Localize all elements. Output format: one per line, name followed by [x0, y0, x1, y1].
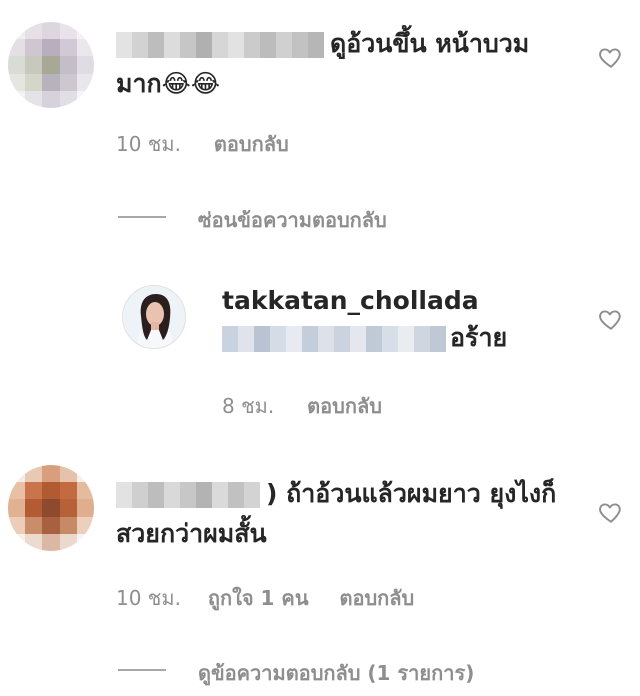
commenter-avatar[interactable]: [8, 22, 94, 108]
divider-line: [118, 216, 166, 218]
reply-text: อร้าย: [222, 318, 507, 358]
comment-time[interactable]: 10 ชม.: [116, 586, 181, 610]
comment-text-line1: ดูอ้วนขึ้น หน้าบวม: [330, 29, 530, 58]
comment-text: ) ถ้าอ้วนแล้วผมยาว ยุงไงก็ สวยกว่าผมสั้น: [116, 474, 586, 554]
reply-avatar[interactable]: [122, 285, 186, 349]
comment-time[interactable]: 10 ชม.: [116, 132, 181, 156]
likes-count[interactable]: ถูกใจ 1 คน: [208, 586, 309, 610]
reply-time[interactable]: 8 ชม.: [222, 394, 274, 418]
hide-replies-button[interactable]: ซ่อนข้อความตอบกลับ: [198, 204, 387, 236]
view-replies-button[interactable]: ดูข้อความตอบกลับ (1 รายการ): [198, 657, 474, 689]
commenter-avatar[interactable]: [8, 465, 94, 551]
reply-button[interactable]: ตอบกลับ: [339, 586, 414, 610]
comment-text: ดูอ้วนขึ้น หน้าบวม มาก😂😂: [116, 24, 586, 104]
blurred-username[interactable]: [116, 482, 266, 508]
reply-button[interactable]: ตอบกลับ: [214, 132, 289, 156]
divider-line: [118, 669, 166, 671]
heart-outline-icon[interactable]: [598, 306, 624, 332]
comment-text-line2: มาก😂😂: [116, 69, 221, 98]
comment-meta: 10 ชม. ถูกใจ 1 คน ตอบกลับ: [116, 582, 414, 614]
reply-button[interactable]: ตอบกลับ: [307, 394, 382, 418]
reply-text-suffix: อร้าย: [450, 323, 508, 352]
profile-photo: [123, 286, 185, 348]
blurred-mention[interactable]: [222, 326, 450, 352]
reply-username[interactable]: takkatan_chollada: [222, 286, 479, 315]
heart-outline-icon[interactable]: [598, 499, 624, 525]
comment-text-line2: สวยกว่าผมสั้น: [116, 519, 267, 548]
comment-meta: 10 ชม. ตอบกลับ: [116, 128, 289, 160]
comment-text-line1: ) ถ้าอ้วนแล้วผมยาว ยุงไงก็: [266, 479, 557, 508]
reply-meta: 8 ชม. ตอบกลับ: [222, 390, 382, 422]
blurred-username[interactable]: [116, 32, 326, 58]
heart-outline-icon[interactable]: [598, 44, 624, 70]
